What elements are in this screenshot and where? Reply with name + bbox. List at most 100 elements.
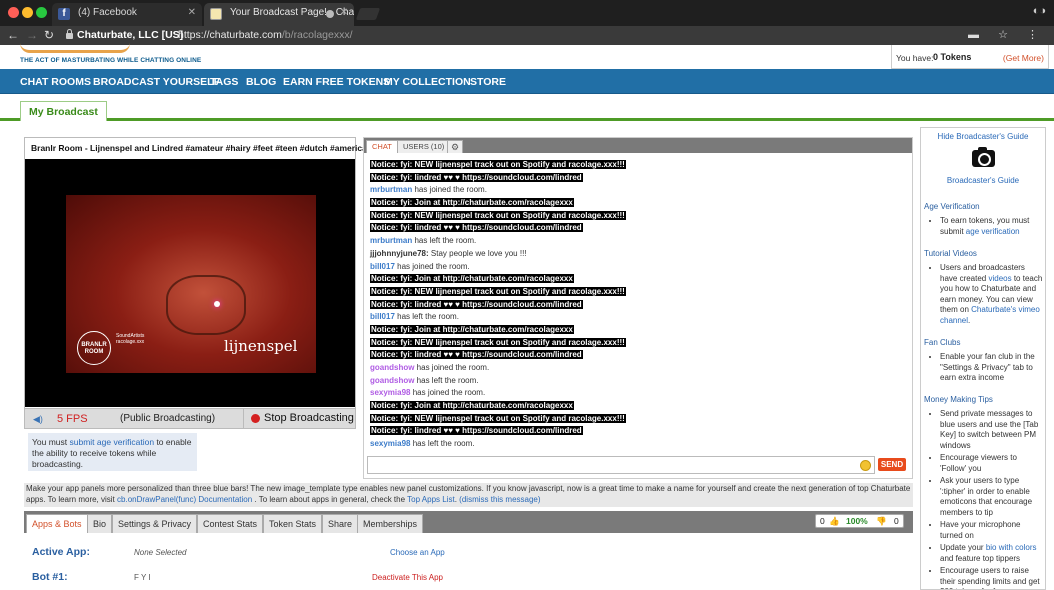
thumbs-up-icon: 👍 — [829, 516, 840, 526]
lock-icon[interactable] — [66, 29, 73, 39]
new-tab-button[interactable] — [355, 8, 381, 20]
list-item: Enable your fan club in the "Settings & … — [940, 352, 1044, 384]
tab-title: (4) Facebook — [78, 7, 137, 18]
nav-blog[interactable]: BLOG — [246, 76, 276, 88]
notice-text: Notice: fyi: Join at http://chaturbate.c… — [370, 198, 574, 208]
chat-message: bill017 has joined the room. — [370, 261, 900, 274]
tab-token-stats[interactable]: Token Stats — [263, 514, 323, 533]
tab-memberships[interactable]: Memberships — [357, 514, 424, 533]
chat-username[interactable]: mrburtman — [370, 236, 412, 245]
videos-link[interactable]: videos — [988, 274, 1011, 283]
chat-message: Notice: fyi: NEW lijnenspel track out on… — [370, 210, 900, 223]
video-light — [214, 301, 220, 307]
nav-broadcast-yourself[interactable]: BROADCAST YOURSELF — [93, 76, 220, 88]
broadcasters-guide-link[interactable]: Broadcaster's Guide — [921, 176, 1045, 185]
artist-name-overlay: lijnenspel — [224, 337, 298, 355]
token-balance-box: You have: 0 Tokens (Get More) — [891, 45, 1049, 69]
tip-text: . — [968, 315, 971, 325]
stop-broadcasting-label: Stop Broadcasting — [264, 412, 354, 424]
tab-apps-bots[interactable]: Apps & Bots — [26, 514, 88, 533]
ondrawpanel-docs-link[interactable]: cb.onDrawPanel(func) Documentation — [117, 495, 252, 504]
chat-message: mrburtman has joined the room. — [370, 184, 900, 197]
reload-icon[interactable]: ↻ — [44, 28, 54, 42]
tab-share[interactable]: Share — [322, 514, 359, 533]
site-identity[interactable]: Chaturbate, LLC [US] — [77, 29, 183, 41]
minimize-window-button[interactable] — [22, 7, 33, 18]
nav-store[interactable]: STORE — [470, 76, 506, 88]
chat-username[interactable]: bill017 — [370, 262, 395, 271]
chat-username[interactable]: bill017 — [370, 312, 395, 321]
top-apps-list-link[interactable]: Top Apps List — [407, 495, 455, 504]
thumbs-down-icon: 👎 — [876, 516, 887, 526]
chat-message: bill017 has left the room. — [370, 311, 900, 324]
chat-message-text: has left the room. — [410, 439, 475, 449]
tab-bio[interactable]: Bio — [87, 514, 113, 533]
browser-tab-bar: f (4) Facebook ✕ Your Broadcast Page! - … — [0, 0, 1054, 26]
bio-colors-link[interactable]: bio with colors — [986, 543, 1037, 552]
notice-text: Notice: fyi: NEW lijnenspel track out on… — [370, 160, 626, 169]
deactivate-app-link[interactable]: Deactivate This App — [372, 573, 443, 582]
close-icon[interactable]: ✕ — [188, 7, 196, 18]
chat-input[interactable] — [367, 456, 875, 474]
room-title: Branlr Room - Lijnenspel and Lindred #am… — [31, 143, 373, 153]
chat-username[interactable]: sexymia98 — [370, 439, 410, 448]
fps-readout: 5 FPS — [57, 413, 88, 425]
notice-text: Notice: fyi: Join at http://chaturbate.c… — [370, 274, 574, 284]
site-tagline: THE ACT OF MASTURBATING WHILE CHATTING O… — [20, 57, 202, 64]
tab-contest-stats[interactable]: Contest Stats — [197, 514, 264, 533]
smiley-icon[interactable] — [860, 460, 871, 471]
incognito-icon[interactable]: ◐◑ — [1033, 5, 1046, 17]
chat-username[interactable]: goandshow — [370, 363, 414, 372]
nav-earn-free-tokens[interactable]: EARN FREE TOKENS — [283, 76, 390, 88]
url-host: https://chaturbate.com — [178, 29, 282, 41]
gear-icon[interactable]: ⚙ — [447, 140, 463, 153]
get-more-link[interactable]: (Get More) — [1003, 53, 1044, 63]
facebook-icon: f — [58, 8, 70, 20]
chat-username[interactable]: goandshow — [370, 376, 414, 385]
nav-tags[interactable]: TAGS — [210, 76, 238, 88]
nav-my-collection[interactable]: MY COLLECTION — [384, 76, 471, 88]
bot-label: Bot #1: — [32, 571, 68, 583]
tab-users[interactable]: USERS (10) — [397, 140, 451, 153]
age-verification-link[interactable]: age verification — [966, 227, 1020, 236]
close-icon[interactable]: ✕ — [340, 7, 348, 18]
speaker-icon[interactable]: ◀) — [33, 414, 43, 425]
nav-chat-rooms[interactable]: CHAT ROOMS — [20, 76, 91, 88]
choose-app-link[interactable]: Choose an App — [390, 548, 445, 557]
tab-my-broadcast[interactable]: My Broadcast — [20, 101, 107, 121]
bot-value: F Y I — [134, 573, 151, 582]
camera-icon[interactable] — [972, 147, 995, 167]
dismiss-message-link[interactable]: (dismiss this message) — [459, 495, 540, 504]
send-button[interactable]: SEND — [878, 458, 906, 471]
tab-settings-privacy[interactable]: Settings & Privacy — [112, 514, 198, 533]
rating-box: 0 👍 100% 👎 0 — [815, 514, 904, 528]
back-icon[interactable]: ← — [7, 28, 19, 42]
age-verification-note: You must submit age verification to enab… — [28, 433, 197, 471]
list-item: To earn tokens, you must submit age veri… — [940, 216, 1044, 237]
list-item: Send private messages to blue users and … — [940, 409, 1044, 451]
url-field[interactable]: https://chaturbate.com/b/racolagexxx/ — [178, 29, 353, 41]
chat-username[interactable]: sexymia98 — [370, 388, 410, 397]
close-window-button[interactable] — [8, 7, 19, 18]
rating-percent: 100% — [846, 516, 868, 526]
site-logo[interactable] — [20, 43, 130, 53]
chat-username[interactable]: mrburtman — [370, 185, 412, 194]
tab-chat[interactable]: CHAT — [366, 140, 398, 153]
chat-message: Notice: fyi: Join at http://chaturbate.c… — [370, 197, 900, 210]
chat-username[interactable]: jjjohnnyjune78: — [370, 249, 429, 258]
chat-message: Notice: fyi: NEW lijnenspel track out on… — [370, 159, 900, 172]
chat-message: Notice: fyi: lindred ♥♥ ♥ https://soundc… — [370, 222, 900, 235]
stop-broadcasting-button[interactable]: Stop Broadcasting — [243, 409, 355, 428]
chat-message: goandshow has left the room. — [370, 375, 900, 388]
tokens-value: 0 Tokens — [933, 52, 972, 62]
video-player[interactable]: BRANLR ROOM SoundArtists racolage.xxx li… — [25, 159, 355, 407]
hide-guide-link[interactable]: Hide Broadcaster's Guide — [921, 132, 1045, 141]
maximize-window-button[interactable] — [36, 7, 47, 18]
forward-icon[interactable]: → — [26, 28, 38, 42]
browser-tab-facebook[interactable]: f (4) Facebook ✕ — [52, 3, 202, 26]
browser-tab-chaturbate[interactable]: Your Broadcast Page! - Chat ✕ — [204, 3, 354, 26]
url-path: /b/racolagexxx/ — [281, 29, 353, 41]
chat-message-text: Stay people we love you !!! — [428, 248, 527, 258]
submit-age-verification-link[interactable]: submit age verification — [70, 437, 155, 447]
extension-icons[interactable]: ▬ ☆ ⋮ — [968, 28, 1046, 41]
